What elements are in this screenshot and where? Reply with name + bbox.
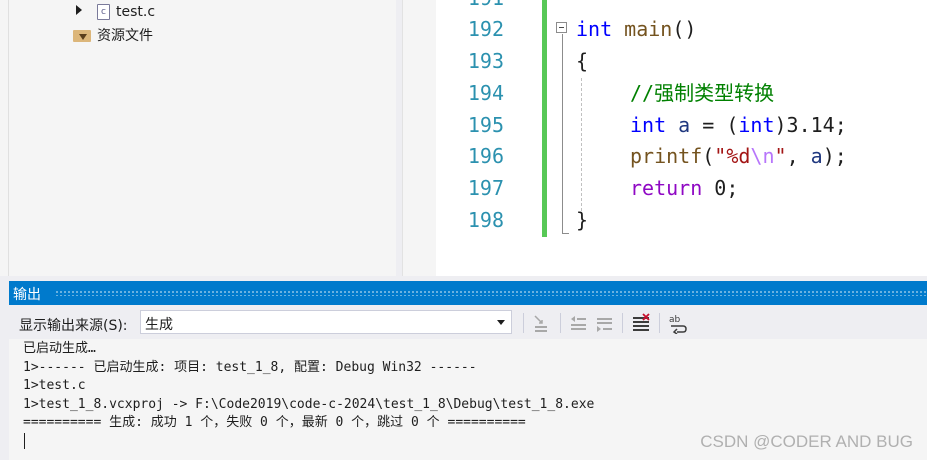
change-tracking-bar <box>542 0 547 237</box>
output-line: ========== 生成: 成功 1 个，失败 0 个，最新 0 个，跳过 0… <box>23 415 526 430</box>
tree-item-label: test.c <box>116 4 156 20</box>
drag-grip[interactable] <box>55 290 927 296</box>
expand-arrow-icon[interactable] <box>76 5 82 15</box>
svg-text:ab: ab <box>669 315 681 325</box>
line-number: 195 <box>467 113 504 137</box>
tree-item-label: 资源文件 <box>97 28 153 44</box>
output-source-value: 生成 <box>145 317 173 333</box>
toolbar-separator <box>659 313 660 333</box>
code-line-195: int a = (int)3.14; <box>630 113 847 137</box>
clear-all-button[interactable] <box>630 312 652 334</box>
find-code-icon <box>534 315 547 332</box>
code-line-193: { <box>576 49 589 73</box>
line-number: 194 <box>467 81 504 105</box>
output-line: 1>test.c <box>23 378 86 393</box>
solution-tree: c test.c 资源文件 <box>8 0 397 276</box>
text-caret <box>24 433 25 449</box>
code-line-198: } <box>576 208 589 232</box>
code-line-194: //强制类型转换 <box>630 81 775 105</box>
line-number: 196 <box>467 144 504 168</box>
code-line-196: printf("%d\n", a); <box>630 144 847 168</box>
collapse-icon[interactable] <box>556 22 567 33</box>
output-line: 1>------ 已启动生成: 项目: test_1_8, 配置: Debug … <box>23 360 477 375</box>
output-line: 1>test_1_8.vcxproj -> F:\Code2019\code-c… <box>23 397 595 412</box>
line-number: 192 <box>467 17 504 41</box>
output-line: 已启动生成… <box>23 341 96 356</box>
outline-end <box>562 233 569 234</box>
find-message-in-code-button[interactable] <box>530 312 552 334</box>
code-line-192: int main() <box>576 17 697 41</box>
line-number: 191 <box>436 0 504 14</box>
next-message-button[interactable] <box>593 312 615 334</box>
previous-message-button[interactable] <box>567 312 589 334</box>
go-next-icon <box>597 318 612 332</box>
word-wrap-icon: ab <box>669 315 687 335</box>
solution-explorer: c test.c 资源文件 <box>0 0 397 276</box>
output-toolbar: 显示输出来源(S): 生成 ab <box>9 305 927 339</box>
go-previous-icon <box>571 316 586 330</box>
watermark: CSDN @CODER AND BUG <box>700 432 913 451</box>
outline-line <box>562 34 563 234</box>
editor-left-margin <box>402 0 437 276</box>
line-number: 198 <box>467 208 504 232</box>
toolbar-separator <box>523 313 524 333</box>
toolbar-separator <box>622 313 623 333</box>
output-panel-header[interactable]: 输出 <box>9 281 927 305</box>
tree-item-test-c[interactable]: c test.c <box>97 1 155 23</box>
chevron-down-icon <box>497 320 505 325</box>
toolbar-separator <box>560 313 561 333</box>
indent-guide <box>581 78 582 216</box>
tree-item-resource-files[interactable]: 资源文件 <box>73 24 153 46</box>
code-line-197: return 0; <box>630 176 739 200</box>
output-source-label: 显示输出来源(S): <box>19 318 128 334</box>
output-panel-title: 输出 <box>13 287 41 303</box>
output-source-dropdown[interactable]: 生成 <box>140 310 512 334</box>
toggle-word-wrap-button[interactable]: ab <box>667 312 689 335</box>
filter-folder-icon <box>73 28 91 43</box>
line-number: 197 <box>467 176 504 200</box>
c-file-icon: c <box>97 4 110 20</box>
code-editor[interactable]: 191 192 193 194 195 196 197 198 int main… <box>436 0 927 276</box>
clear-all-icon <box>633 313 650 331</box>
line-number: 193 <box>467 49 504 73</box>
